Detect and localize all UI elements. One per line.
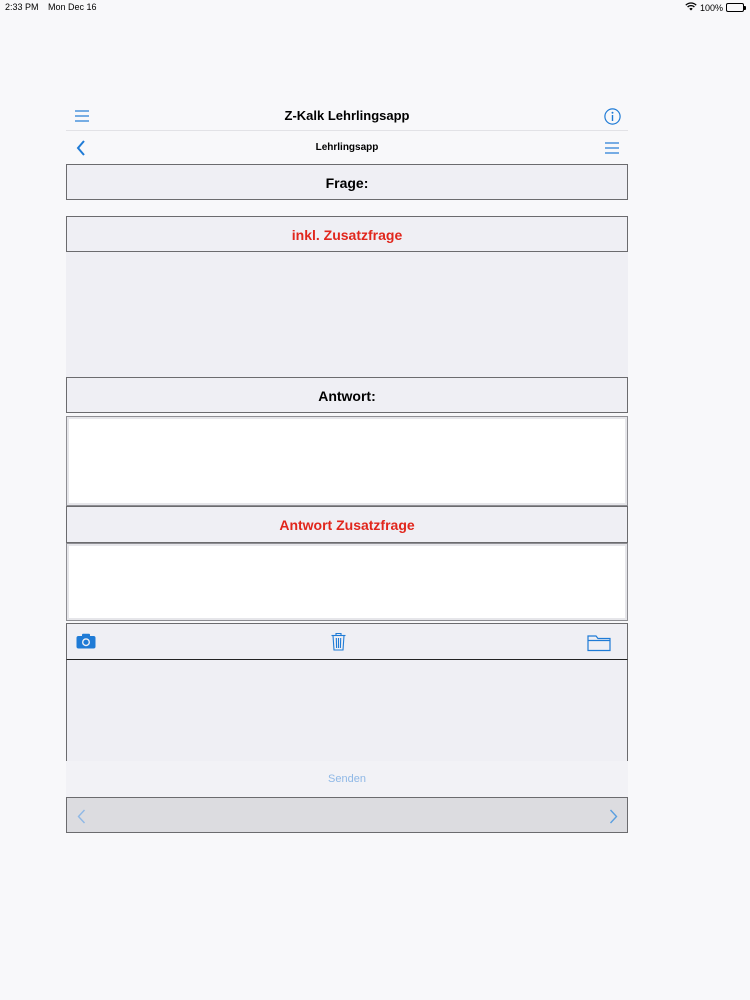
trash-icon[interactable] <box>330 631 346 651</box>
question-header: Frage: <box>66 164 628 200</box>
page-title: Z-Kalk Lehrlingsapp <box>284 108 410 123</box>
battery-icon <box>726 3 746 12</box>
previous-icon[interactable] <box>75 807 87 825</box>
answer-header: Antwort: <box>66 377 628 413</box>
folder-icon[interactable] <box>587 632 611 652</box>
question-label: Frage: <box>325 175 369 191</box>
list-menu-icon[interactable] <box>604 141 620 155</box>
status-right: 100% <box>685 2 746 13</box>
question-text-area <box>66 252 628 377</box>
wifi-icon <box>685 2 697 13</box>
status-time: 2:33 PM <box>5 2 39 12</box>
next-icon[interactable] <box>607 807 619 825</box>
info-icon[interactable] <box>603 107 621 125</box>
camera-icon[interactable] <box>76 632 96 650</box>
extra-answer-label: Antwort Zusatzfrage <box>279 517 415 533</box>
status-bar: 2:33 PM Mon Dec 16 100% <box>0 0 750 16</box>
extra-answer-header: Antwort Zusatzfrage <box>66 506 628 543</box>
status-date: Mon Dec 16 <box>48 2 97 12</box>
sub-title: Lehrlingsapp <box>315 142 379 153</box>
answer-input[interactable] <box>66 416 628 506</box>
send-button[interactable]: Senden <box>66 761 628 797</box>
attachment-area <box>66 659 628 761</box>
attachment-toolbar <box>66 623 628 660</box>
extra-question-header: inkl. Zusatzfrage <box>66 216 628 252</box>
nav-bar: Z-Kalk Lehrlingsapp <box>66 100 628 131</box>
extra-answer-input[interactable] <box>66 543 628 621</box>
sub-nav-bar: Lehrlingsapp <box>66 132 628 163</box>
battery-percent: 100% <box>699 2 723 13</box>
answer-label: Antwort: <box>318 388 376 404</box>
pager-bar <box>66 797 628 833</box>
extra-question-label: inkl. Zusatzfrage <box>291 227 403 243</box>
